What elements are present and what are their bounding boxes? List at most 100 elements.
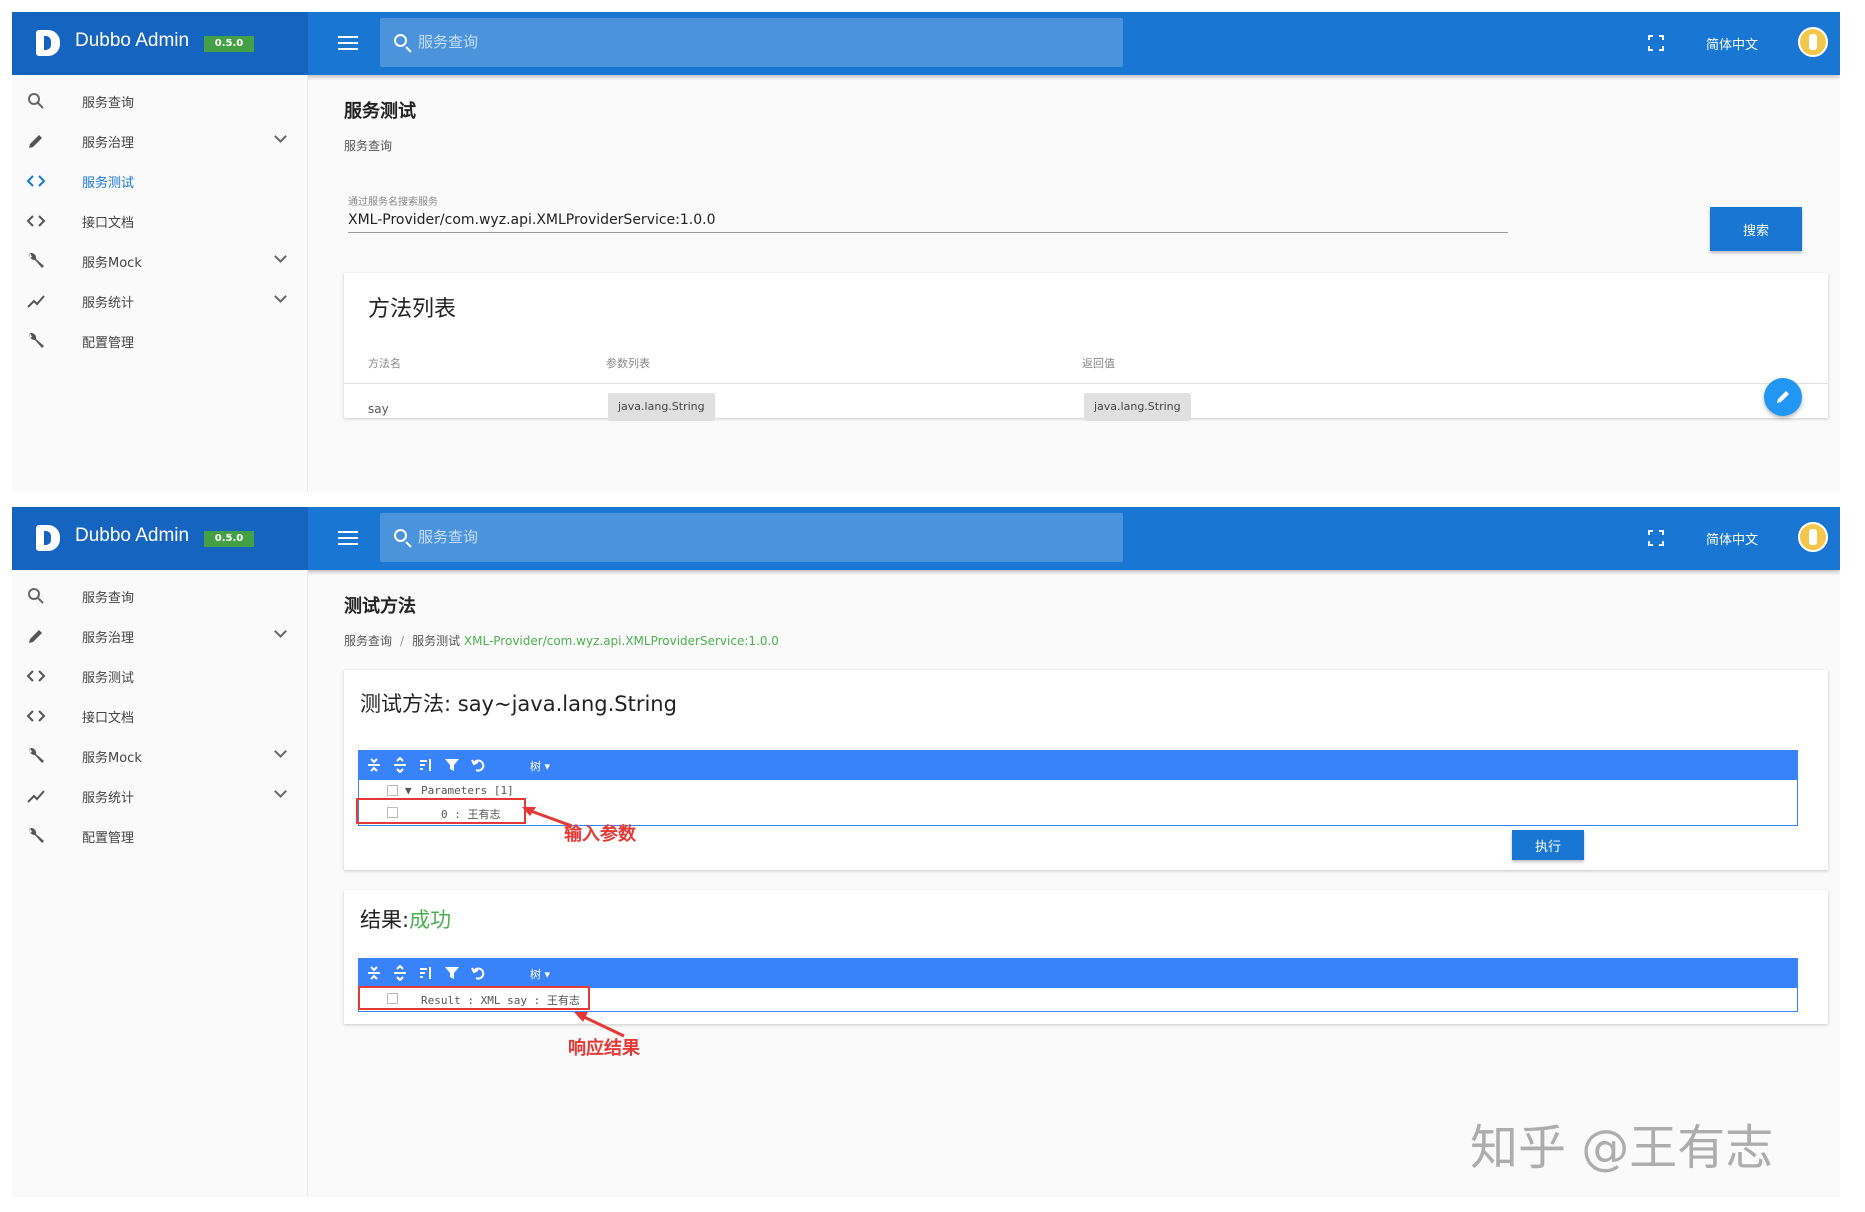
language-switch[interactable]: 简体中文 — [1706, 34, 1758, 53]
dubbo-logo-icon — [36, 525, 60, 551]
method-list-title: 方法列表 — [368, 297, 457, 322]
sidebar-item-label: 服务查询 — [82, 96, 135, 111]
sidebar-item-label: 服务测试 — [82, 671, 135, 686]
sidebar-item-api-docs[interactable]: 接口文档 — [12, 696, 307, 736]
undo-icon[interactable] — [470, 965, 486, 981]
sidebar-item-label: 服务Mock — [82, 751, 142, 766]
search-button[interactable]: 搜索 — [1710, 207, 1802, 251]
sort-icon[interactable] — [418, 965, 434, 981]
row-checkbox[interactable] — [387, 785, 398, 796]
global-search-input[interactable] — [418, 523, 1108, 551]
fullscreen-icon[interactable] — [1648, 35, 1664, 51]
sidebar-item-label: 接口文档 — [82, 711, 135, 726]
expand-all-icon[interactable] — [392, 757, 408, 773]
wrench-icon — [29, 827, 44, 843]
breadcrumb-item[interactable]: 服务查询 — [344, 139, 392, 153]
chevron-down-icon — [274, 745, 287, 758]
result-title: 结果:成功 — [360, 904, 451, 934]
column-header-method: 方法名 — [368, 357, 401, 370]
sidebar-item-config[interactable]: 配置管理 — [12, 321, 307, 361]
avatar[interactable] — [1798, 27, 1828, 57]
sidebar-item-service-mock[interactable]: 服务Mock — [12, 241, 307, 281]
sidebar-item-service-test[interactable]: 服务测试 — [12, 161, 307, 201]
search-field-label: 通过服务名搜索服务 — [348, 197, 438, 208]
sidebar-item-service-mock[interactable]: 服务Mock — [12, 736, 307, 776]
global-search[interactable] — [380, 18, 1123, 67]
mode-dropdown[interactable]: 树 ▾ — [530, 966, 550, 982]
method-list-card: 方法列表 方法名 参数列表 返回值 say java.lang.String j… — [344, 273, 1828, 421]
global-search-input[interactable] — [418, 28, 1108, 56]
sidebar-item-label: 服务治理 — [82, 631, 135, 646]
annotation-response-result: 响应结果 — [568, 1038, 640, 1059]
annotation-input-params: 输入参数 — [564, 824, 636, 845]
trending-icon — [27, 790, 45, 803]
search-icon — [394, 529, 407, 542]
method-name: say — [368, 402, 389, 416]
sidebar-item-service-stats[interactable]: 服务统计 — [12, 281, 307, 321]
code-icon — [26, 710, 46, 722]
watermark: 知乎 @王有志 — [1470, 1120, 1774, 1176]
app-bar: Dubbo Admin 0.5.0 简体中文 — [12, 507, 1840, 570]
execute-button[interactable]: 执行 — [1512, 830, 1584, 860]
test-method-card: 测试方法: say~java.lang.String 树 ▾ ▼ Paramet… — [344, 670, 1828, 870]
wrench-icon — [29, 747, 44, 763]
app-title: Dubbo Admin — [75, 30, 190, 51]
sidebar-item-service-stats[interactable]: 服务统计 — [12, 776, 307, 816]
collapse-all-icon[interactable] — [366, 757, 382, 773]
sidebar-item-config[interactable]: 配置管理 — [12, 816, 307, 856]
sidebar-item-service-query[interactable]: 服务查询 — [12, 576, 307, 616]
sidebar-item-service-governance[interactable]: 服务治理 — [12, 121, 307, 161]
sidebar-item-label: 配置管理 — [82, 336, 135, 351]
service-search-input[interactable] — [348, 207, 1508, 233]
edit-test-button[interactable] — [1764, 378, 1802, 416]
expand-all-icon[interactable] — [392, 965, 408, 981]
sidebar-item-label: 配置管理 — [82, 831, 135, 846]
column-header-params: 参数列表 — [606, 357, 650, 370]
filter-icon[interactable] — [444, 757, 460, 773]
filter-icon[interactable] — [444, 965, 460, 981]
sidebar: 服务查询 服务治理 服务测试 接口文档 服务Mock 服务统计 配置管理 — [12, 75, 308, 492]
wrench-icon — [29, 332, 44, 348]
sidebar-item-service-query[interactable]: 服务查询 — [12, 81, 307, 121]
global-search[interactable] — [380, 513, 1123, 562]
chevron-down-icon — [274, 250, 287, 263]
result-card: 结果:成功 树 ▾ Result : XML say : 王有志 — [344, 890, 1828, 1038]
expand-triangle-icon[interactable]: ▼ — [405, 784, 412, 797]
param-type-chip: java.lang.String — [608, 393, 715, 421]
json-editor-toolbar: 树 ▾ — [358, 750, 1798, 780]
trending-icon — [27, 295, 45, 308]
sidebar-item-label: 服务测试 — [82, 176, 135, 191]
sidebar-item-service-test[interactable]: 服务测试 — [12, 656, 307, 696]
mode-dropdown[interactable]: 树 ▾ — [530, 758, 550, 774]
sidebar: 服务查询 服务治理 服务测试 接口文档 服务Mock 服务统计 配置管理 — [12, 570, 308, 1197]
return-type-chip: java.lang.String — [1084, 393, 1191, 421]
chevron-down-icon — [274, 625, 287, 638]
mode-label: 树 — [530, 760, 541, 773]
result-label: 结果: — [360, 908, 410, 932]
sidebar-item-label: 服务查询 — [82, 591, 135, 606]
fullscreen-icon[interactable] — [1648, 530, 1664, 546]
sort-icon[interactable] — [418, 757, 434, 773]
language-switch[interactable]: 简体中文 — [1706, 529, 1758, 548]
search-icon — [28, 588, 44, 604]
undo-icon[interactable] — [470, 757, 486, 773]
avatar[interactable] — [1798, 522, 1828, 552]
sidebar-item-label: 服务Mock — [82, 256, 142, 271]
tree-row-parameters[interactable]: ▼ Parameters [1] — [359, 780, 1797, 802]
tree-node-parameters: Parameters [1] — [421, 784, 514, 797]
chevron-down-icon — [274, 785, 287, 798]
screenshot-test-method: Dubbo Admin 0.5.0 简体中文 服务查询 服务治理 服务测试 接口… — [12, 507, 1840, 1197]
sidebar-item-service-governance[interactable]: 服务治理 — [12, 616, 307, 656]
breadcrumb-item[interactable]: 服务测试 — [412, 634, 460, 648]
breadcrumb-item[interactable]: 服务查询 — [344, 634, 392, 648]
search-icon — [394, 34, 407, 47]
test-method-title: 测试方法: say~java.lang.String — [360, 692, 677, 716]
sidebar-item-api-docs[interactable]: 接口文档 — [12, 201, 307, 241]
wrench-icon — [29, 252, 44, 268]
brand: Dubbo Admin 0.5.0 — [12, 12, 308, 75]
json-editor-toolbar: 树 ▾ — [358, 958, 1798, 988]
collapse-all-icon[interactable] — [366, 965, 382, 981]
menu-icon[interactable] — [338, 531, 358, 545]
brand: Dubbo Admin 0.5.0 — [12, 507, 308, 570]
menu-icon[interactable] — [338, 36, 358, 50]
